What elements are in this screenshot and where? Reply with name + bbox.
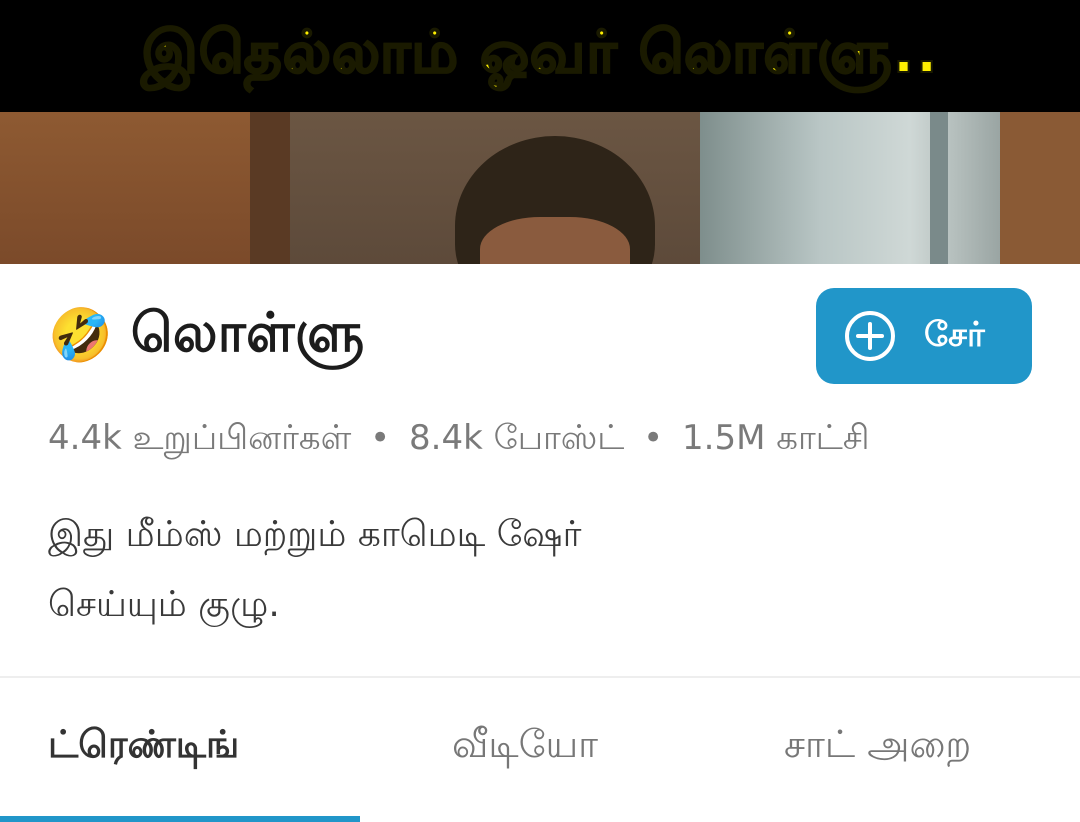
member-count: 4.4k உறுப்பினர்கள்	[48, 418, 352, 458]
description-line: இது மீம்ஸ் மற்றும் காமெடி ஷேர்	[48, 514, 582, 555]
meme-caption-bar: இதெல்லாம் ஓவர் லொள்ளு..	[0, 0, 1080, 112]
active-tab-indicator	[0, 816, 360, 822]
group-description: இது மீம்ஸ் மற்றும் காமெடி ஷேர் செய்யும் …	[48, 500, 808, 640]
plus-circle-icon	[845, 311, 895, 361]
tab-trending[interactable]: ட்ரெண்டிங்	[48, 722, 239, 772]
group-cover-banner: இதெல்லாம் ஓவர் லொள்ளு..	[0, 0, 1080, 264]
group-name: லொள்ளு	[130, 300, 365, 364]
meme-caption: இதெல்லாம் ஓவர் லொள்ளு..	[140, 17, 939, 87]
group-stats: 4.4k உறுப்பினர்கள் • 8.4k போஸ்ட் • 1.5M …	[48, 418, 869, 462]
join-button-label: சேர்	[924, 315, 985, 355]
section-divider	[0, 676, 1080, 678]
tab-videos[interactable]: வீடியோ	[452, 722, 598, 772]
stats-separator: •	[370, 418, 391, 458]
post-count: 8.4k போஸ்ட்	[409, 418, 625, 458]
join-button[interactable]: சேர்	[816, 288, 1032, 384]
person-face	[480, 217, 630, 264]
group-title: 🤣 லொள்ளு	[48, 296, 364, 376]
group-tabs: ட்ரெண்டிங் வீடியோ சாட் அறை	[0, 680, 1080, 822]
rofl-emoji-icon: 🤣	[48, 306, 113, 366]
stats-separator: •	[643, 418, 664, 458]
view-count: 1.5M காட்சி	[682, 418, 870, 458]
tab-chat-room[interactable]: சாட் அறை	[784, 722, 971, 772]
description-line: செய்யும் குழு.	[48, 584, 280, 625]
cover-image	[0, 112, 1080, 264]
